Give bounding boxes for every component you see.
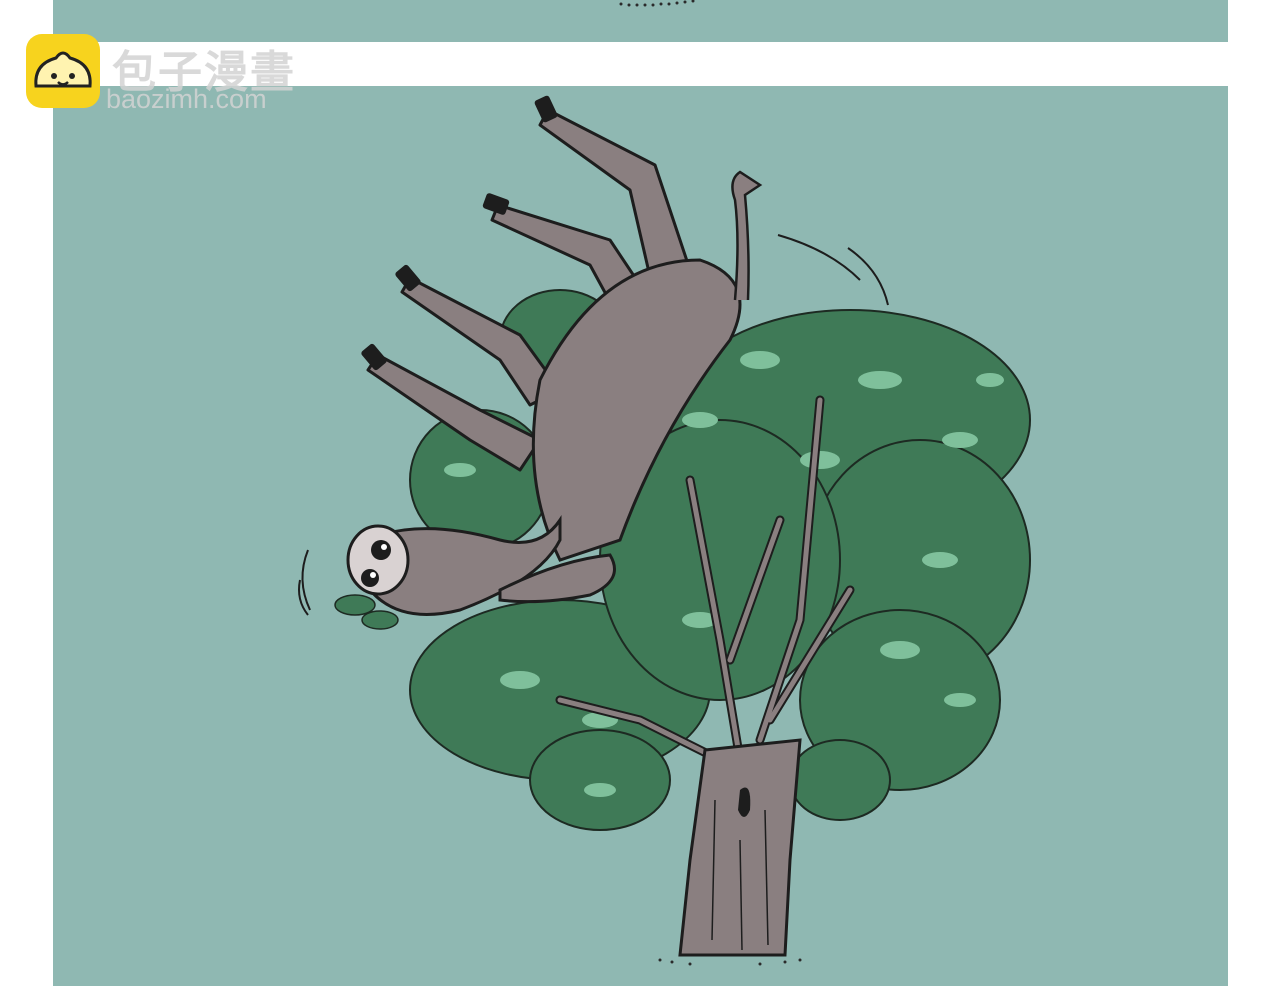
watermark-url: baozimh.com bbox=[106, 84, 267, 114]
tree-icon bbox=[409, 289, 1031, 957]
illustration bbox=[298, 95, 1031, 966]
bun-mascot-icon bbox=[26, 34, 100, 108]
ground-speckles-icon bbox=[658, 958, 802, 966]
watermark: 包子漫畫 baozimh.com bbox=[26, 34, 346, 114]
